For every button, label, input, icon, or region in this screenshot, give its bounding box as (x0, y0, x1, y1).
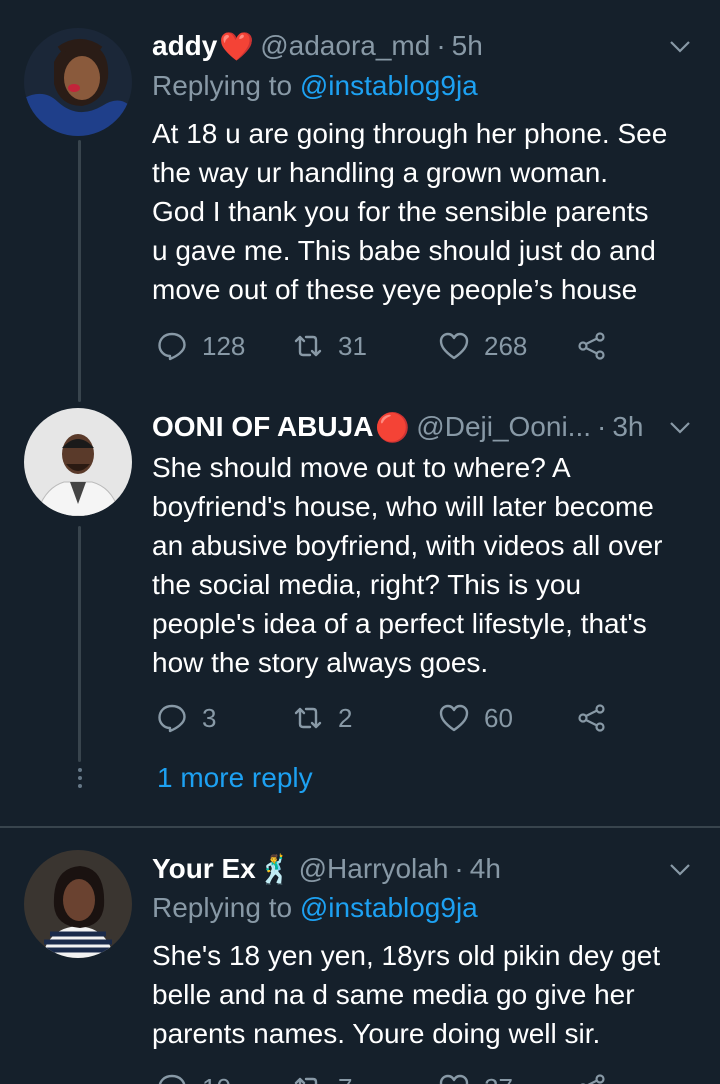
timeline: addy ❤️ @adaora_md · 5h Replying to @ins… (0, 0, 720, 1084)
tweet-text: At 18 u are going through her phone. See… (152, 118, 668, 305)
avatar[interactable] (24, 28, 132, 136)
retweet-button[interactable]: 2 (292, 698, 352, 738)
like-button[interactable]: 268 (438, 326, 527, 366)
like-button[interactable]: 60 (438, 698, 513, 738)
retweet-count: 31 (338, 330, 367, 361)
thread-line (78, 140, 81, 402)
replying-prefix: Replying to (152, 892, 293, 923)
chevron-down-icon[interactable] (668, 34, 692, 58)
replying-to: Replying to @instablog9ja (152, 892, 478, 924)
reply-count: 3 (202, 702, 217, 733)
tweet-text: She's 18 yen yen, 18yrs old pikin dey ge… (152, 940, 661, 1049)
display-name[interactable]: addy (152, 30, 217, 62)
heart-icon (439, 1074, 469, 1084)
display-name[interactable]: Your Ex (152, 853, 256, 885)
tweet-actions: 3 2 60 (156, 698, 626, 738)
reply-button[interactable]: 10 (156, 1068, 231, 1084)
red-circle-emoji: 🔴 (375, 411, 411, 443)
more-replies-link[interactable]: 1 more reply (157, 762, 313, 794)
chevron-down-icon[interactable] (668, 415, 692, 439)
reply-button[interactable]: 3 (156, 698, 216, 738)
reply-count: 128 (202, 330, 246, 361)
share-icon (578, 332, 605, 360)
tweet-header: OONI OF ABUJA 🔴 @Deji_Ooni... · 3h (152, 407, 692, 447)
chevron-down-icon[interactable] (668, 857, 692, 881)
share-button[interactable] (576, 326, 622, 366)
username[interactable]: @Deji_Ooni... (416, 411, 591, 443)
username[interactable]: @Harryolah (299, 853, 449, 885)
tweet-text: She should move out to where? A boyfrien… (152, 452, 663, 678)
mention-link[interactable]: @instablog9ja (300, 70, 478, 101)
share-button[interactable] (576, 1068, 622, 1084)
tweet-header: Your Ex 🕺 @Harryolah · 4h (152, 849, 692, 889)
like-count: 268 (484, 330, 528, 361)
reply-button[interactable]: 128 (156, 326, 245, 366)
separator-dot: · (597, 411, 607, 442)
heart-icon (439, 704, 469, 732)
retweet-count: 7 (338, 1073, 352, 1084)
reply-count: 10 (202, 1073, 231, 1084)
like-button[interactable]: 27 (438, 1068, 513, 1084)
reply-icon (158, 1074, 186, 1084)
like-count: 60 (484, 702, 513, 733)
retweet-icon (294, 1077, 318, 1084)
display-name[interactable]: OONI OF ABUJA (152, 411, 373, 443)
heart-icon (439, 332, 469, 360)
reply-icon (158, 332, 186, 361)
thread-ellipsis (76, 768, 83, 792)
share-icon (580, 1074, 605, 1084)
share-icon (578, 704, 605, 732)
divider (0, 826, 720, 828)
replying-to: Replying to @instablog9ja (152, 70, 478, 102)
separator-dot: · (454, 853, 464, 884)
username[interactable]: @adaora_md (260, 30, 430, 62)
timestamp[interactable]: 5h (452, 30, 483, 62)
avatar[interactable] (24, 408, 132, 516)
mention-link[interactable]: @instablog9ja (300, 892, 478, 923)
dancer-emoji: 🕺 (257, 853, 293, 885)
reply-icon (158, 704, 186, 733)
retweet-button[interactable]: 7 (292, 1068, 352, 1084)
timestamp[interactable]: 4h (470, 853, 501, 885)
timestamp[interactable]: 3h (612, 411, 643, 443)
separator-dot: · (436, 30, 446, 61)
replying-prefix: Replying to (152, 70, 293, 101)
tweet-header: addy ❤️ @adaora_md · 5h (152, 26, 692, 66)
thread-line (78, 526, 81, 762)
heart-emoji: ❤️ (219, 30, 255, 62)
avatar[interactable] (24, 850, 132, 958)
retweet-count: 2 (338, 702, 353, 733)
retweet-icon (294, 335, 322, 357)
tweet-actions: 128 31 268 (156, 326, 626, 366)
retweet-button[interactable]: 31 (292, 326, 367, 366)
like-count: 27 (484, 1073, 513, 1084)
retweet-icon (294, 707, 322, 729)
tweet-actions: 10 7 27 (156, 1068, 626, 1084)
share-button[interactable] (576, 698, 622, 738)
